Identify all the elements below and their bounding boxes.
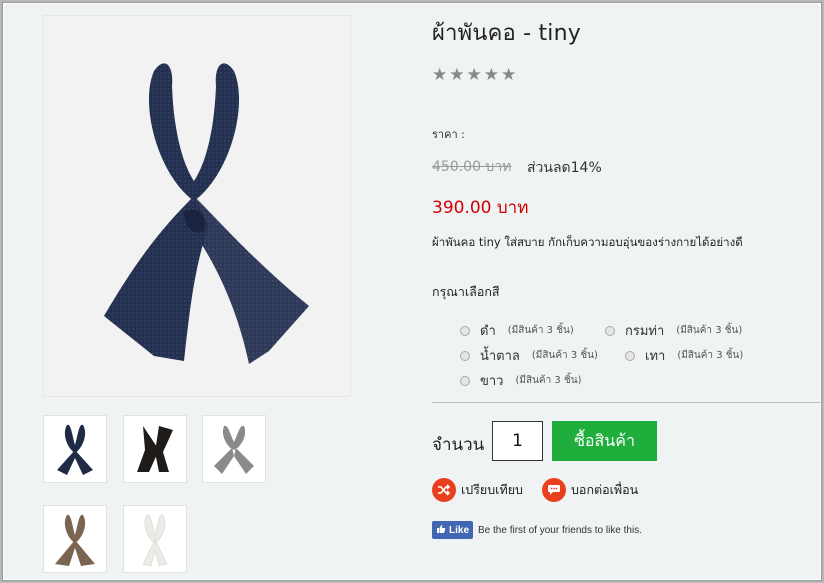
thumbs-up-icon bbox=[436, 524, 446, 537]
share-label: บอกต่อเพื่อน bbox=[571, 482, 639, 497]
stock-text: (มีสินค้า 3 ชิ้น) bbox=[676, 325, 743, 336]
product-description: ผ้าพันคอ tiny ใส่สบาย กักเก็บความอบอุ่นข… bbox=[432, 235, 743, 249]
star-icon[interactable]: ★★★★★ bbox=[432, 65, 518, 85]
quantity-input[interactable] bbox=[492, 421, 543, 461]
facebook-like-widget: Like Be the first of your friends to lik… bbox=[432, 521, 642, 539]
stock-text: (มีสินค้า 3 ชิ้น) bbox=[531, 350, 598, 361]
radio-button[interactable] bbox=[460, 325, 470, 336]
compare-label: เปรียบเทียบ bbox=[461, 482, 523, 497]
facebook-like-text: Be the first of your friends to like thi… bbox=[478, 524, 642, 536]
facebook-like-button[interactable]: Like bbox=[432, 521, 474, 539]
color-option-navy[interactable]: กรมท่า (มีสินค้า 3 ชิ้น) bbox=[605, 320, 742, 341]
color-option-label: กรมท่า bbox=[625, 324, 665, 339]
stock-text: (มีสินค้า 3 ชิ้น) bbox=[507, 325, 574, 336]
thumbnail-grey[interactable] bbox=[202, 415, 266, 483]
color-option-label: เทา bbox=[645, 349, 666, 364]
original-price: 450.00 บาท bbox=[432, 159, 512, 175]
stock-text: (มีสินค้า 3 ชิ้น) bbox=[677, 350, 744, 361]
color-option-brown[interactable]: น้ำตาล (มีสินค้า 3 ชิ้น) bbox=[460, 345, 598, 366]
quantity-label: จำนวน bbox=[432, 435, 485, 455]
discount-label: ส่วนลด14% bbox=[527, 160, 602, 176]
radio-button[interactable] bbox=[460, 350, 470, 361]
color-option-grey[interactable]: เทา (มีสินค้า 3 ชิ้น) bbox=[625, 345, 743, 366]
radio-button[interactable] bbox=[460, 375, 470, 386]
radio-button[interactable] bbox=[605, 325, 615, 336]
color-option-label: ดำ bbox=[480, 324, 496, 339]
color-option-label: ขาว bbox=[480, 374, 504, 389]
buy-button[interactable]: ซื้อสินค้า bbox=[552, 421, 657, 461]
facebook-like-label: Like bbox=[449, 524, 470, 536]
shuffle-icon bbox=[432, 478, 456, 502]
divider bbox=[432, 402, 822, 403]
color-select-label: กรุณาเลือกสี bbox=[432, 284, 500, 299]
sale-price: 390.00 บาท bbox=[432, 198, 529, 218]
thumbnail-navy[interactable] bbox=[43, 415, 107, 483]
thumbnail-black[interactable] bbox=[123, 415, 187, 483]
thumbnail-white[interactable] bbox=[123, 505, 187, 573]
chat-bubble-icon bbox=[542, 478, 566, 502]
color-option-black[interactable]: ดำ (มีสินค้า 3 ชิ้น) bbox=[460, 320, 574, 341]
stock-text: (มีสินค้า 3 ชิ้น) bbox=[515, 375, 582, 386]
color-option-label: น้ำตาล bbox=[480, 349, 520, 364]
thumbnail-brown[interactable] bbox=[43, 505, 107, 573]
compare-button[interactable]: เปรียบเทียบ bbox=[432, 478, 523, 502]
main-product-image[interactable] bbox=[43, 15, 351, 397]
color-option-white[interactable]: ขาว (มีสินค้า 3 ชิ้น) bbox=[460, 370, 581, 391]
product-page: ผ้าพันคอ - tiny ★★★★★ ราคา : 450.00 บาท … bbox=[2, 2, 822, 581]
share-button[interactable]: บอกต่อเพื่อน bbox=[542, 478, 638, 502]
product-title: ผ้าพันคอ - tiny bbox=[432, 21, 581, 46]
radio-button[interactable] bbox=[625, 350, 635, 361]
price-label: ราคา : bbox=[432, 128, 465, 141]
